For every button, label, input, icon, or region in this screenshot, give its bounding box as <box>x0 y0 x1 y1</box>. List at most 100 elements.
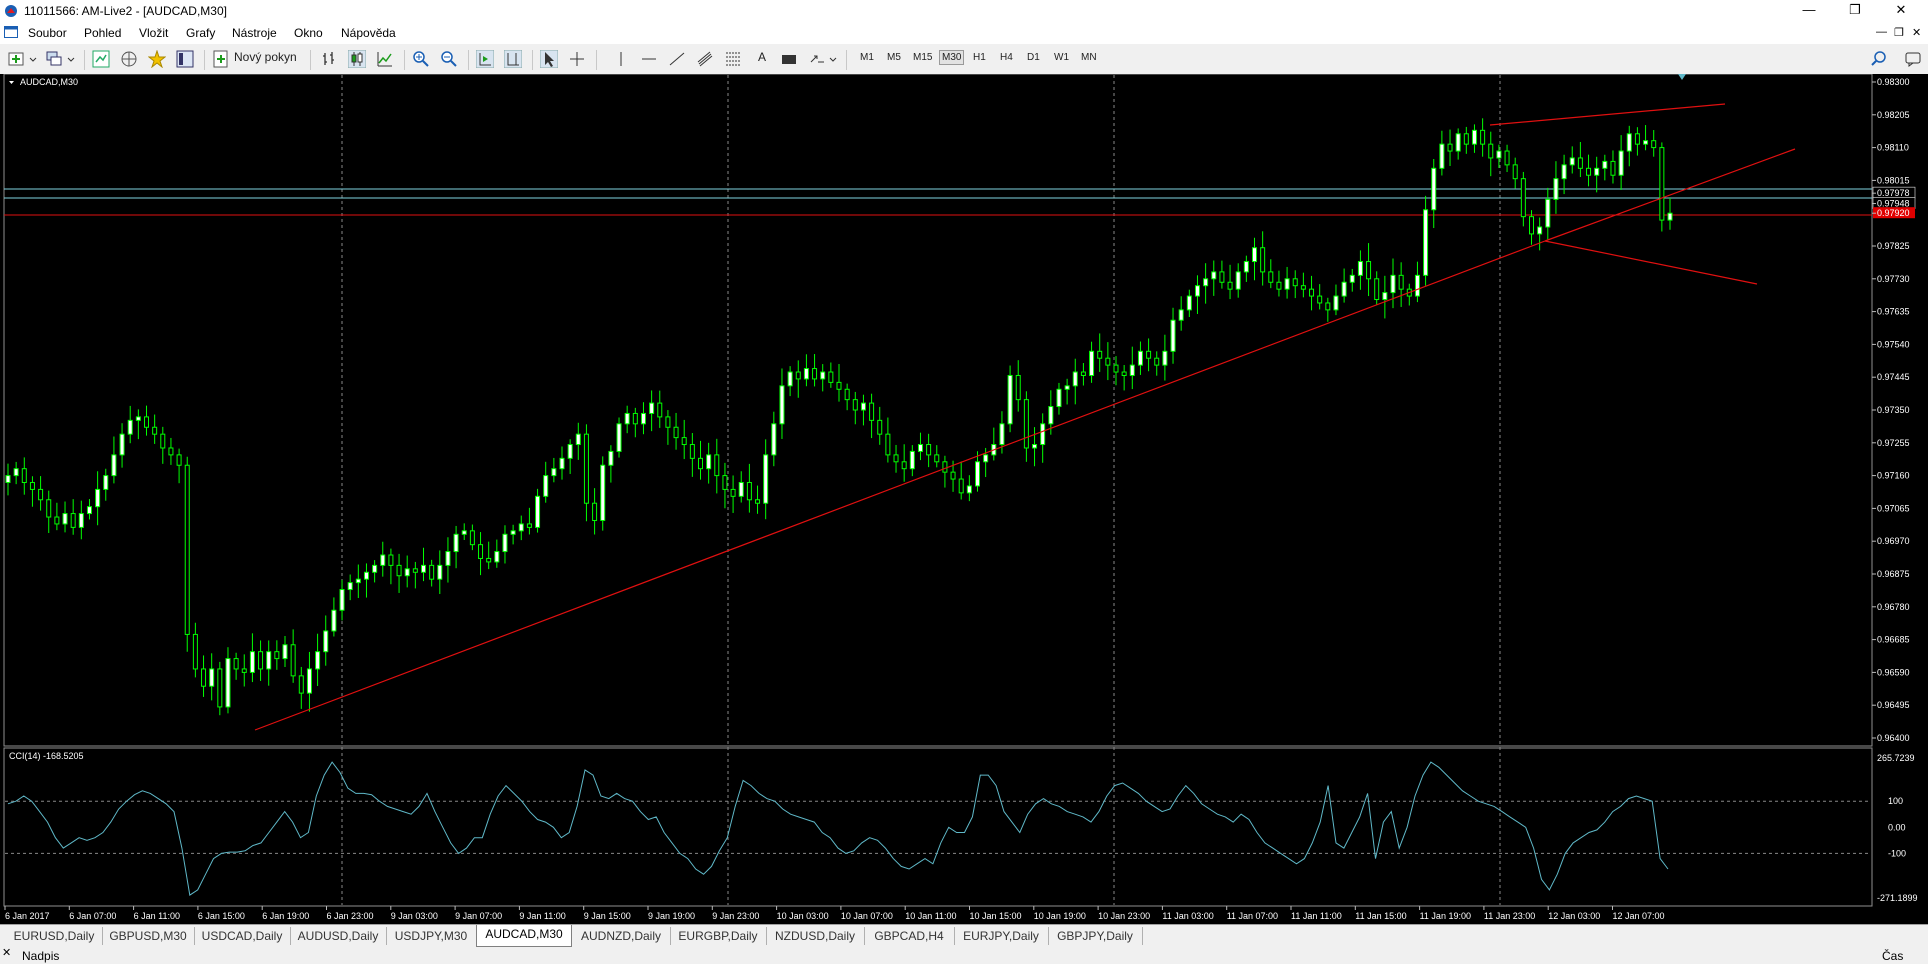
menu-grafy[interactable]: Grafy <box>186 26 215 40</box>
child-close-button[interactable]: ✕ <box>1912 26 1921 39</box>
chart-window-icon[interactable] <box>4 26 18 38</box>
new-order-icon[interactable] <box>212 50 230 68</box>
cursor-icon[interactable] <box>540 50 558 68</box>
tab-gbpcad-h4[interactable]: GBPCAD,H4 <box>864 927 955 945</box>
tab-eurusd-daily[interactable]: EURUSD,Daily <box>6 927 103 945</box>
close-button[interactable]: ✕ <box>1878 0 1924 22</box>
candle-body <box>1276 281 1282 290</box>
tab-gbpusd-m30[interactable]: GBPUSD,M30 <box>102 927 195 945</box>
restore-button[interactable]: ❐ <box>1832 0 1878 22</box>
time-label: 6 Jan 15:00 <box>198 911 245 921</box>
toolbar-separator <box>846 50 847 70</box>
timeframe-w1[interactable]: W1 <box>1054 52 1069 63</box>
candle-body <box>950 471 956 480</box>
candle-body <box>274 651 280 660</box>
timeframe-m30[interactable]: M30 <box>939 50 965 65</box>
tab-usdcad-daily[interactable]: USDCAD,Daily <box>194 927 291 945</box>
fibonacci-icon[interactable] <box>724 50 742 68</box>
tab-audcad-m30[interactable]: AUDCAD,M30 <box>476 925 572 947</box>
trendline-icon[interactable] <box>668 50 686 68</box>
timeframe-m15[interactable]: M15 <box>913 52 932 63</box>
tab-audnzd-daily[interactable]: AUDNZD,Daily <box>572 927 671 945</box>
equidistant-channel-icon[interactable] <box>696 50 714 68</box>
window-title: 11011566: AM-Live2 - [AUDCAD,M30] <box>24 4 227 18</box>
tab-audusd-daily[interactable]: AUDUSD,Daily <box>290 927 387 945</box>
search-icon[interactable] <box>1870 50 1888 68</box>
favorites-icon[interactable] <box>148 50 166 68</box>
timeframe-mn[interactable]: MN <box>1081 52 1097 63</box>
candle-body <box>1504 150 1510 166</box>
candle-body <box>412 568 418 573</box>
timeframe-d1[interactable]: D1 <box>1027 52 1040 63</box>
tab-gbpjpy-daily[interactable]: GBPJPY,Daily <box>1048 927 1143 945</box>
crosshair-icon[interactable] <box>568 50 586 68</box>
zoom-out-icon[interactable] <box>440 50 458 68</box>
tab-nzdusd-daily[interactable]: NZDUSD,Daily <box>766 927 865 945</box>
candle-body <box>1602 160 1608 169</box>
price-label: 0.97540 <box>1877 339 1910 349</box>
candle-body <box>820 371 826 380</box>
text-label-icon[interactable] <box>780 50 798 68</box>
candle-body <box>885 433 891 456</box>
candle-body <box>144 416 149 428</box>
chart-shift-icon[interactable] <box>504 50 522 68</box>
navigator-icon[interactable] <box>120 50 138 68</box>
candle-body <box>298 675 304 694</box>
candle-body <box>1194 285 1200 297</box>
child-minimize-button[interactable]: — <box>1876 26 1887 38</box>
tab-usdjpy-m30[interactable]: USDJPY,M30 <box>386 927 477 945</box>
market-watch-icon[interactable] <box>92 50 110 68</box>
candle-body <box>1618 150 1624 176</box>
menu-napoveda[interactable]: Nápověda <box>341 26 396 40</box>
auto-scroll-icon[interactable] <box>476 50 494 68</box>
candle-body <box>1243 261 1249 273</box>
zoom-in-icon[interactable] <box>412 50 430 68</box>
candle-body <box>282 644 288 660</box>
bar-chart-icon[interactable] <box>320 50 338 68</box>
menu-okno[interactable]: Okno <box>294 26 323 40</box>
text-tool-button[interactable]: A <box>758 50 766 64</box>
candle-body <box>624 412 630 425</box>
timeframe-h1[interactable]: H1 <box>973 52 986 63</box>
menu-pohled[interactable]: Pohled <box>84 26 121 40</box>
candle-body <box>241 668 247 673</box>
candle-body <box>1089 350 1095 376</box>
candle-body <box>290 644 296 677</box>
tab-eurjpy-daily[interactable]: EURJPY,Daily <box>954 927 1049 945</box>
line-chart-icon[interactable] <box>376 50 394 68</box>
new-chart-icon[interactable] <box>8 50 38 68</box>
timeframe-m5[interactable]: M5 <box>887 52 901 63</box>
menu-vlozit[interactable]: Vložit <box>139 26 168 40</box>
candlestick-chart-icon[interactable] <box>348 50 366 68</box>
status-close-icon[interactable]: ✕ <box>2 946 11 959</box>
tab-eurgbp-daily[interactable]: EURGBP,Daily <box>670 927 767 945</box>
menu-nastroje[interactable]: Nástroje <box>232 26 277 40</box>
menu-soubor[interactable]: Soubor <box>28 26 67 40</box>
price-label: 0.96875 <box>1877 569 1910 579</box>
terminal-icon[interactable] <box>176 50 194 68</box>
horizontal-line-icon[interactable] <box>640 50 658 68</box>
timeframe-h4[interactable]: H4 <box>1000 52 1013 63</box>
vertical-line-icon[interactable] <box>612 50 630 68</box>
candle-body <box>453 533 459 553</box>
child-restore-button[interactable]: ❐ <box>1894 26 1904 39</box>
candle-body <box>29 482 35 490</box>
candle-body <box>616 423 622 452</box>
candle-body <box>5 475 11 484</box>
chart-window[interactable]: AUDCAD,M30 CCI(14) -168.5205 0.98300 0.98… <box>0 74 1928 924</box>
chat-icon[interactable] <box>1904 50 1922 68</box>
candle-body <box>860 402 866 411</box>
candle-body <box>168 447 174 456</box>
profiles-icon[interactable] <box>46 50 76 68</box>
new-order-button[interactable]: Nový pokyn <box>234 50 297 64</box>
price-label: 0.98110 <box>1877 143 1909 153</box>
candle-body <box>380 554 386 566</box>
candle-body <box>1015 374 1021 401</box>
minimize-button[interactable]: — <box>1786 0 1832 22</box>
candle-body <box>1056 388 1062 408</box>
price-axis[interactable]: 0.983000.982050.981100.980150.979780.979… <box>1872 77 1916 743</box>
candle-body <box>192 633 198 670</box>
candle-body <box>160 433 166 449</box>
timeframe-m1[interactable]: M1 <box>860 52 874 63</box>
arrows-icon[interactable] <box>808 50 838 68</box>
